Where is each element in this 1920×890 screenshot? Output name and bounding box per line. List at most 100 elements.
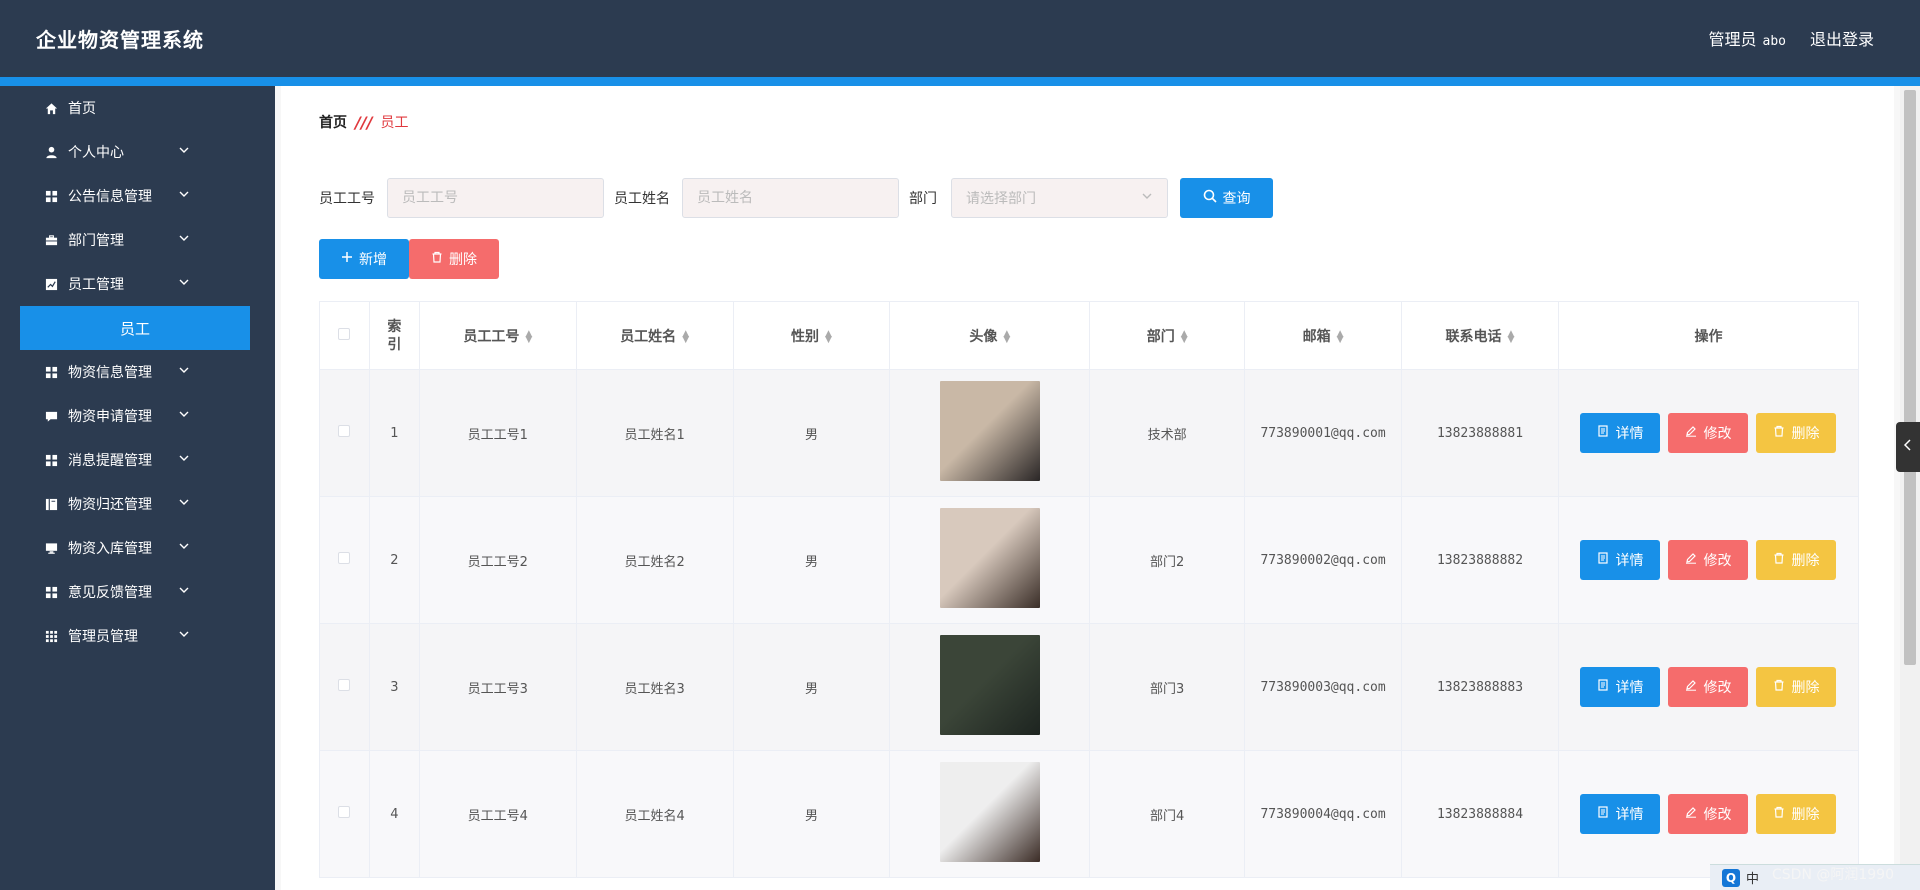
cell-phone: 13823888883 (1401, 623, 1559, 751)
sidebar-item-0[interactable]: 首页 (0, 86, 275, 130)
add-button[interactable]: 新增 (319, 239, 409, 279)
emp-no-input[interactable] (387, 178, 604, 218)
col-avatar[interactable]: 头像 ▲ ▼ (889, 301, 1091, 370)
sidebar-item-label: 员工管理 (68, 277, 124, 293)
submenu-item-employee[interactable]: 员工 (20, 306, 250, 350)
sidebar-item-3[interactable]: 部门管理 (0, 218, 275, 262)
sidebar-item-1[interactable]: 个人中心 (0, 130, 275, 174)
avatar[interactable] (939, 635, 1040, 735)
row-checkbox[interactable] (338, 806, 351, 818)
edit-button[interactable]: 修改 (1668, 794, 1749, 834)
sidebar-item-9[interactable]: 物资入库管理 (0, 526, 275, 570)
col-name[interactable]: 员工姓名 ▲ ▼ (575, 301, 734, 370)
delete-button-label: 删除 (1791, 680, 1820, 696)
col-gender[interactable]: 性别 ▲ ▼ (732, 301, 891, 370)
edit-button-label: 修改 (1703, 807, 1732, 823)
sidebar-item-6[interactable]: 物资申请管理 (0, 394, 275, 438)
breadcrumb-home[interactable]: 首页 (319, 112, 347, 132)
cell-avatar (889, 369, 1091, 497)
batch-delete-button[interactable]: 删除 (409, 239, 499, 279)
trash-icon (1773, 425, 1785, 441)
emp-name-input[interactable] (682, 178, 899, 218)
sort-icon[interactable]: ▲ ▼ (1181, 329, 1188, 344)
user-icon (44, 145, 58, 159)
cell-email: 773890004@qq.com (1244, 750, 1403, 878)
scrollbar-thumb[interactable] (1904, 90, 1916, 665)
cell-dept: 部门3 (1089, 623, 1246, 751)
ime-mode[interactable]: 中 (1746, 868, 1759, 887)
cell-phone: 13823888881 (1401, 369, 1559, 497)
avatar[interactable] (939, 762, 1040, 862)
sort-icon[interactable]: ▲ ▼ (1508, 329, 1515, 344)
chevron-down-icon (178, 364, 192, 378)
avatar[interactable] (939, 381, 1040, 481)
grid-icon (44, 453, 58, 467)
dept-label: 部门 (909, 191, 937, 207)
row-checkbox[interactable] (338, 552, 351, 564)
header-right: 管理员 abo 退出登录 (1708, 26, 1874, 50)
cell-index: 4 (368, 750, 420, 878)
detail-button[interactable]: 详情 (1580, 794, 1661, 834)
sidebar-item-5[interactable]: 物资信息管理 (0, 350, 275, 394)
chevron-down-icon (178, 408, 192, 422)
select-all-checkbox[interactable] (338, 327, 351, 340)
cell-name: 员工姓名4 (575, 750, 734, 878)
sidebar-item-10[interactable]: 意见反馈管理 (0, 570, 275, 614)
collapse-handle[interactable] (1896, 422, 1920, 472)
delete-button[interactable]: 删除 (1756, 540, 1837, 580)
edit-button[interactable]: 修改 (1668, 413, 1749, 453)
cell-emp-no: 员工工号3 (418, 623, 577, 751)
cell-avatar (889, 750, 1091, 878)
row-select-cell (319, 750, 370, 878)
action-bar: 新增 删除 (319, 239, 499, 279)
dept-select[interactable]: 请选择部门 (951, 178, 1168, 218)
chevron-down-icon (178, 232, 192, 246)
document-icon (1597, 425, 1609, 441)
col-emp-no-label: 员工工号 (463, 328, 520, 345)
row-checkbox[interactable] (338, 425, 351, 437)
grid-icon (44, 585, 58, 599)
sort-icon[interactable]: ▲ ▼ (825, 329, 832, 344)
sidebar-item-label: 物资归还管理 (68, 497, 152, 513)
sidebar-item-4[interactable]: 员工管理 (0, 262, 275, 306)
edit-button[interactable]: 修改 (1668, 667, 1749, 707)
sort-icon[interactable]: ▲ ▼ (525, 329, 532, 344)
detail-button[interactable]: 详情 (1580, 540, 1661, 580)
trash-icon (1773, 806, 1785, 822)
sidebar-item-label: 公告信息管理 (68, 189, 152, 205)
sidebar-item-11[interactable]: 管理员管理 (0, 614, 275, 658)
logout-button[interactable]: 退出登录 (1810, 26, 1874, 50)
col-emp-no[interactable]: 员工工号 ▲ ▼ (418, 301, 577, 370)
cell-gender: 男 (732, 750, 891, 878)
edit-icon (1685, 679, 1697, 695)
avatar[interactable] (939, 508, 1040, 608)
cell-email: 773890003@qq.com (1244, 623, 1403, 751)
detail-button[interactable]: 详情 (1580, 667, 1661, 707)
sidebar-item-7[interactable]: 消息提醒管理 (0, 438, 275, 482)
sort-icon[interactable]: ▲ ▼ (682, 329, 689, 344)
cell-email: 773890001@qq.com (1244, 369, 1403, 497)
col-phone[interactable]: 联系电话 ▲ ▼ (1401, 301, 1559, 370)
sidebar-item-8[interactable]: 物资归还管理 (0, 482, 275, 526)
row-checkbox[interactable] (338, 679, 351, 691)
col-index-label: 索引 (387, 318, 402, 353)
page-scrollbar[interactable] (1900, 86, 1920, 890)
sort-icon[interactable]: ▲ ▼ (1337, 329, 1344, 344)
cell-name: 员工姓名3 (575, 623, 734, 751)
delete-button[interactable]: 删除 (1756, 413, 1837, 453)
col-dept-label: 部门 (1146, 328, 1175, 345)
chevron-down-icon (178, 584, 192, 598)
sort-icon[interactable]: ▲ ▼ (1003, 329, 1010, 344)
cell-dept: 部门4 (1089, 750, 1246, 878)
cell-emp-no: 员工工号1 (418, 369, 577, 497)
sidebar-item-2[interactable]: 公告信息管理 (0, 174, 275, 218)
col-dept[interactable]: 部门 ▲ ▼ (1089, 301, 1246, 370)
header-accent-strip (0, 77, 1920, 86)
edit-button[interactable]: 修改 (1668, 540, 1749, 580)
delete-button[interactable]: 删除 (1756, 794, 1837, 834)
col-email[interactable]: 邮箱 ▲ ▼ (1244, 301, 1403, 370)
delete-button[interactable]: 删除 (1756, 667, 1837, 707)
query-button[interactable]: 查询 (1180, 178, 1273, 218)
employee-table: 索引 员工工号 ▲ ▼ 员工姓名 ▲ ▼ 性别 ▲ ▼ 头像 ▲ ▼ 部门 ▲ ▼ 邮箱 ▲ ▼ 联系电… (319, 301, 1860, 878)
detail-button[interactable]: 详情 (1580, 413, 1661, 453)
